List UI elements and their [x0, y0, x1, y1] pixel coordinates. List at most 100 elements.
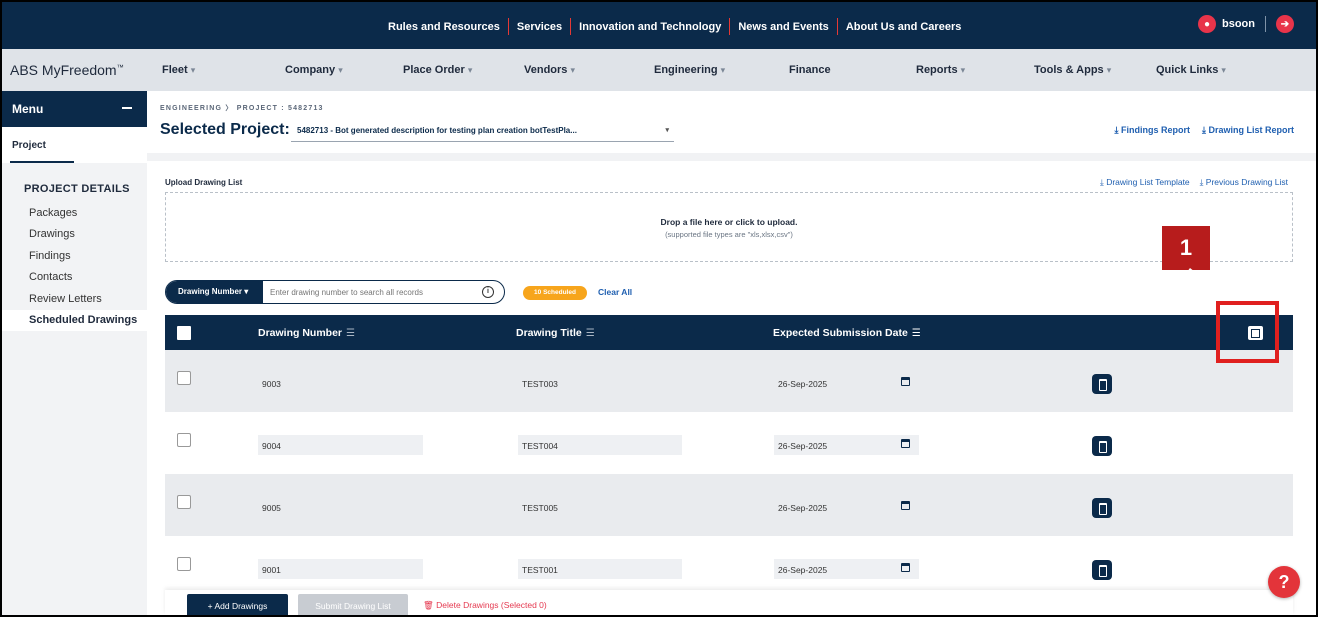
nav-label: Vendors [524, 64, 568, 76]
cell-expected-date[interactable]: 26-Sep-2025 [774, 497, 919, 517]
trash-icon[interactable] [1092, 560, 1112, 580]
collapse-icon[interactable] [122, 107, 132, 109]
nav-finance[interactable]: Finance [789, 64, 831, 76]
nav-tools-apps[interactable]: Tools & Apps ▾ [1034, 64, 1111, 76]
chevron-down-icon: ▾ [1221, 65, 1226, 75]
column-label: Drawing Number [258, 327, 343, 339]
cell-drawing-number[interactable]: 9004 [258, 435, 423, 455]
findings-report-link[interactable]: ⤓ Findings Report [1114, 125, 1190, 136]
calendar-icon[interactable] [901, 501, 910, 510]
chevron-down-icon: ▾ [244, 287, 249, 296]
cell-drawing-title[interactable]: TEST004 [518, 435, 682, 455]
nav-label: Place Order [403, 64, 465, 76]
trash-icon[interactable] [1092, 436, 1112, 456]
template-links: ⤓ Drawing List Template ⤓ Previous Drawi… [1100, 177, 1288, 188]
column-header-drawing-number[interactable]: Drawing Number ☰ [258, 327, 355, 339]
nav-label: Engineering [654, 64, 718, 76]
column-label: Drawing Title [516, 327, 582, 339]
help-icon[interactable]: ? [1268, 566, 1300, 598]
sidebar-item-scheduled-drawings[interactable]: Scheduled Drawings [2, 309, 147, 332]
nav-fleet[interactable]: Fleet ▾ [162, 64, 195, 76]
sidebar-item-drawings[interactable]: Drawings [2, 224, 147, 245]
clear-all-link[interactable]: Clear All [598, 287, 632, 297]
row-checkbox[interactable] [177, 371, 191, 385]
cell-drawing-title[interactable]: TEST003 [518, 373, 682, 393]
toplink-rules[interactable]: Rules and Resources [388, 21, 500, 33]
delete-drawings-button[interactable]: 🗑 Delete Drawings (Selected 0) [423, 600, 547, 611]
username[interactable]: bsoon [1222, 18, 1255, 30]
tab-project[interactable]: Project [2, 127, 147, 163]
logout-icon[interactable]: ➔ [1276, 15, 1294, 33]
table-header: Drawing Number ☰ Drawing Title ☰ Expected … [165, 315, 1293, 350]
calendar-icon[interactable] [901, 439, 910, 448]
trash-icon[interactable] [1092, 498, 1112, 518]
report-links: ⤓ Findings Report ⤓ Drawing List Report [1114, 125, 1294, 136]
brand-logo[interactable]: ABS MyFreedom™ [10, 62, 124, 78]
column-header-drawing-title[interactable]: Drawing Title ☰ [516, 327, 595, 339]
breadcrumb: ENGINEERING 〉 PROJECT : 5482713 [160, 105, 324, 112]
file-dropzone[interactable]: Drop a file here or click to upload. (su… [165, 192, 1293, 262]
nav-label: Quick Links [1156, 64, 1219, 76]
drawing-list-template-link[interactable]: ⤓ Drawing List Template [1100, 177, 1190, 188]
nav-label: Reports [916, 64, 958, 76]
cell-expected-date[interactable]: 26-Sep-2025 [774, 559, 919, 579]
dropzone-subtitle: (supported file types are "xls,xlsx,csv"… [665, 230, 793, 239]
nav-engineering[interactable]: Engineering ▾ [654, 64, 725, 76]
drawing-list-report-link[interactable]: ⤓ Drawing List Report [1202, 125, 1294, 136]
nav-place-order[interactable]: Place Order ▾ [403, 64, 472, 76]
table-row: 9005 TEST005 26-Sep-2025 [165, 474, 1293, 536]
separator [1265, 16, 1266, 32]
filter-icon[interactable]: ☰ [586, 328, 595, 339]
toplink-news[interactable]: News and Events [738, 21, 828, 33]
cell-drawing-number[interactable]: 9005 [258, 497, 423, 517]
sidebar-item-contacts[interactable]: Contacts [2, 267, 147, 288]
menu-header[interactable]: Menu [2, 91, 147, 127]
nav-vendors[interactable]: Vendors ▾ [524, 64, 575, 76]
section-divider [147, 153, 1316, 161]
user-menu[interactable]: ● bsoon ➔ [1198, 15, 1294, 33]
submit-drawing-list-button[interactable]: Submit Drawing List [298, 594, 408, 615]
download-icon: ⤓ [1201, 125, 1206, 135]
nav-label: Finance [789, 64, 831, 76]
calendar-icon[interactable] [901, 563, 910, 572]
search-input[interactable] [270, 285, 480, 299]
toplink-about[interactable]: About Us and Careers [846, 21, 962, 33]
separator [507, 18, 509, 35]
findings-report-label: Findings Report [1120, 125, 1190, 135]
row-checkbox[interactable] [177, 495, 191, 509]
cell-drawing-title[interactable]: TEST001 [518, 559, 682, 579]
top-utility-bar: Rules and Resources Services Innovation … [2, 2, 1316, 49]
previous-drawing-list-link[interactable]: ⤓ Previous Drawing List [1200, 177, 1288, 188]
sidebar-item-review-letters[interactable]: Review Letters [2, 289, 147, 310]
row-checkbox[interactable] [177, 433, 191, 447]
cell-expected-date[interactable]: 26-Sep-2025 [774, 435, 919, 455]
highlight-box [1216, 301, 1279, 363]
cell-drawing-number[interactable]: 9003 [258, 373, 423, 393]
nav-quick-links[interactable]: Quick Links ▾ [1156, 64, 1226, 76]
chevron-down-icon: ▾ [190, 65, 196, 75]
row-checkbox[interactable] [177, 557, 191, 571]
plus-icon: + [207, 601, 213, 611]
cell-drawing-title[interactable]: TEST005 [518, 497, 682, 517]
nav-reports[interactable]: Reports ▾ [916, 64, 965, 76]
filter-icon[interactable]: ☰ [912, 328, 921, 339]
calendar-icon[interactable] [901, 377, 910, 386]
toplink-innovation[interactable]: Innovation and Technology [579, 21, 721, 33]
select-all-checkbox[interactable] [177, 326, 191, 340]
toplink-services[interactable]: Services [517, 21, 562, 33]
filter-icon[interactable]: ☰ [346, 328, 355, 339]
info-icon[interactable]: i [482, 286, 494, 298]
sidebar-item-packages[interactable]: Packages [2, 203, 147, 224]
previous-label: Previous Drawing List [1205, 177, 1288, 187]
column-header-expected-date[interactable]: Expected Submission Date ☰ [773, 327, 921, 339]
nav-company[interactable]: Company ▾ [285, 64, 343, 76]
add-drawings-button[interactable]: + Add Drawings [187, 594, 288, 615]
cell-drawing-number[interactable]: 9001 [258, 559, 423, 579]
trash-icon[interactable] [1092, 374, 1112, 394]
sidebar-item-findings[interactable]: Findings [2, 246, 147, 267]
cell-expected-date[interactable]: 26-Sep-2025 [774, 373, 919, 393]
search-field-select[interactable]: Drawing Number ▾ [166, 281, 263, 303]
project-select[interactable]: 5482713 - Bot generated description for … [291, 120, 674, 142]
user-avatar-icon: ● [1198, 15, 1216, 33]
template-label: Drawing List Template [1106, 177, 1190, 187]
